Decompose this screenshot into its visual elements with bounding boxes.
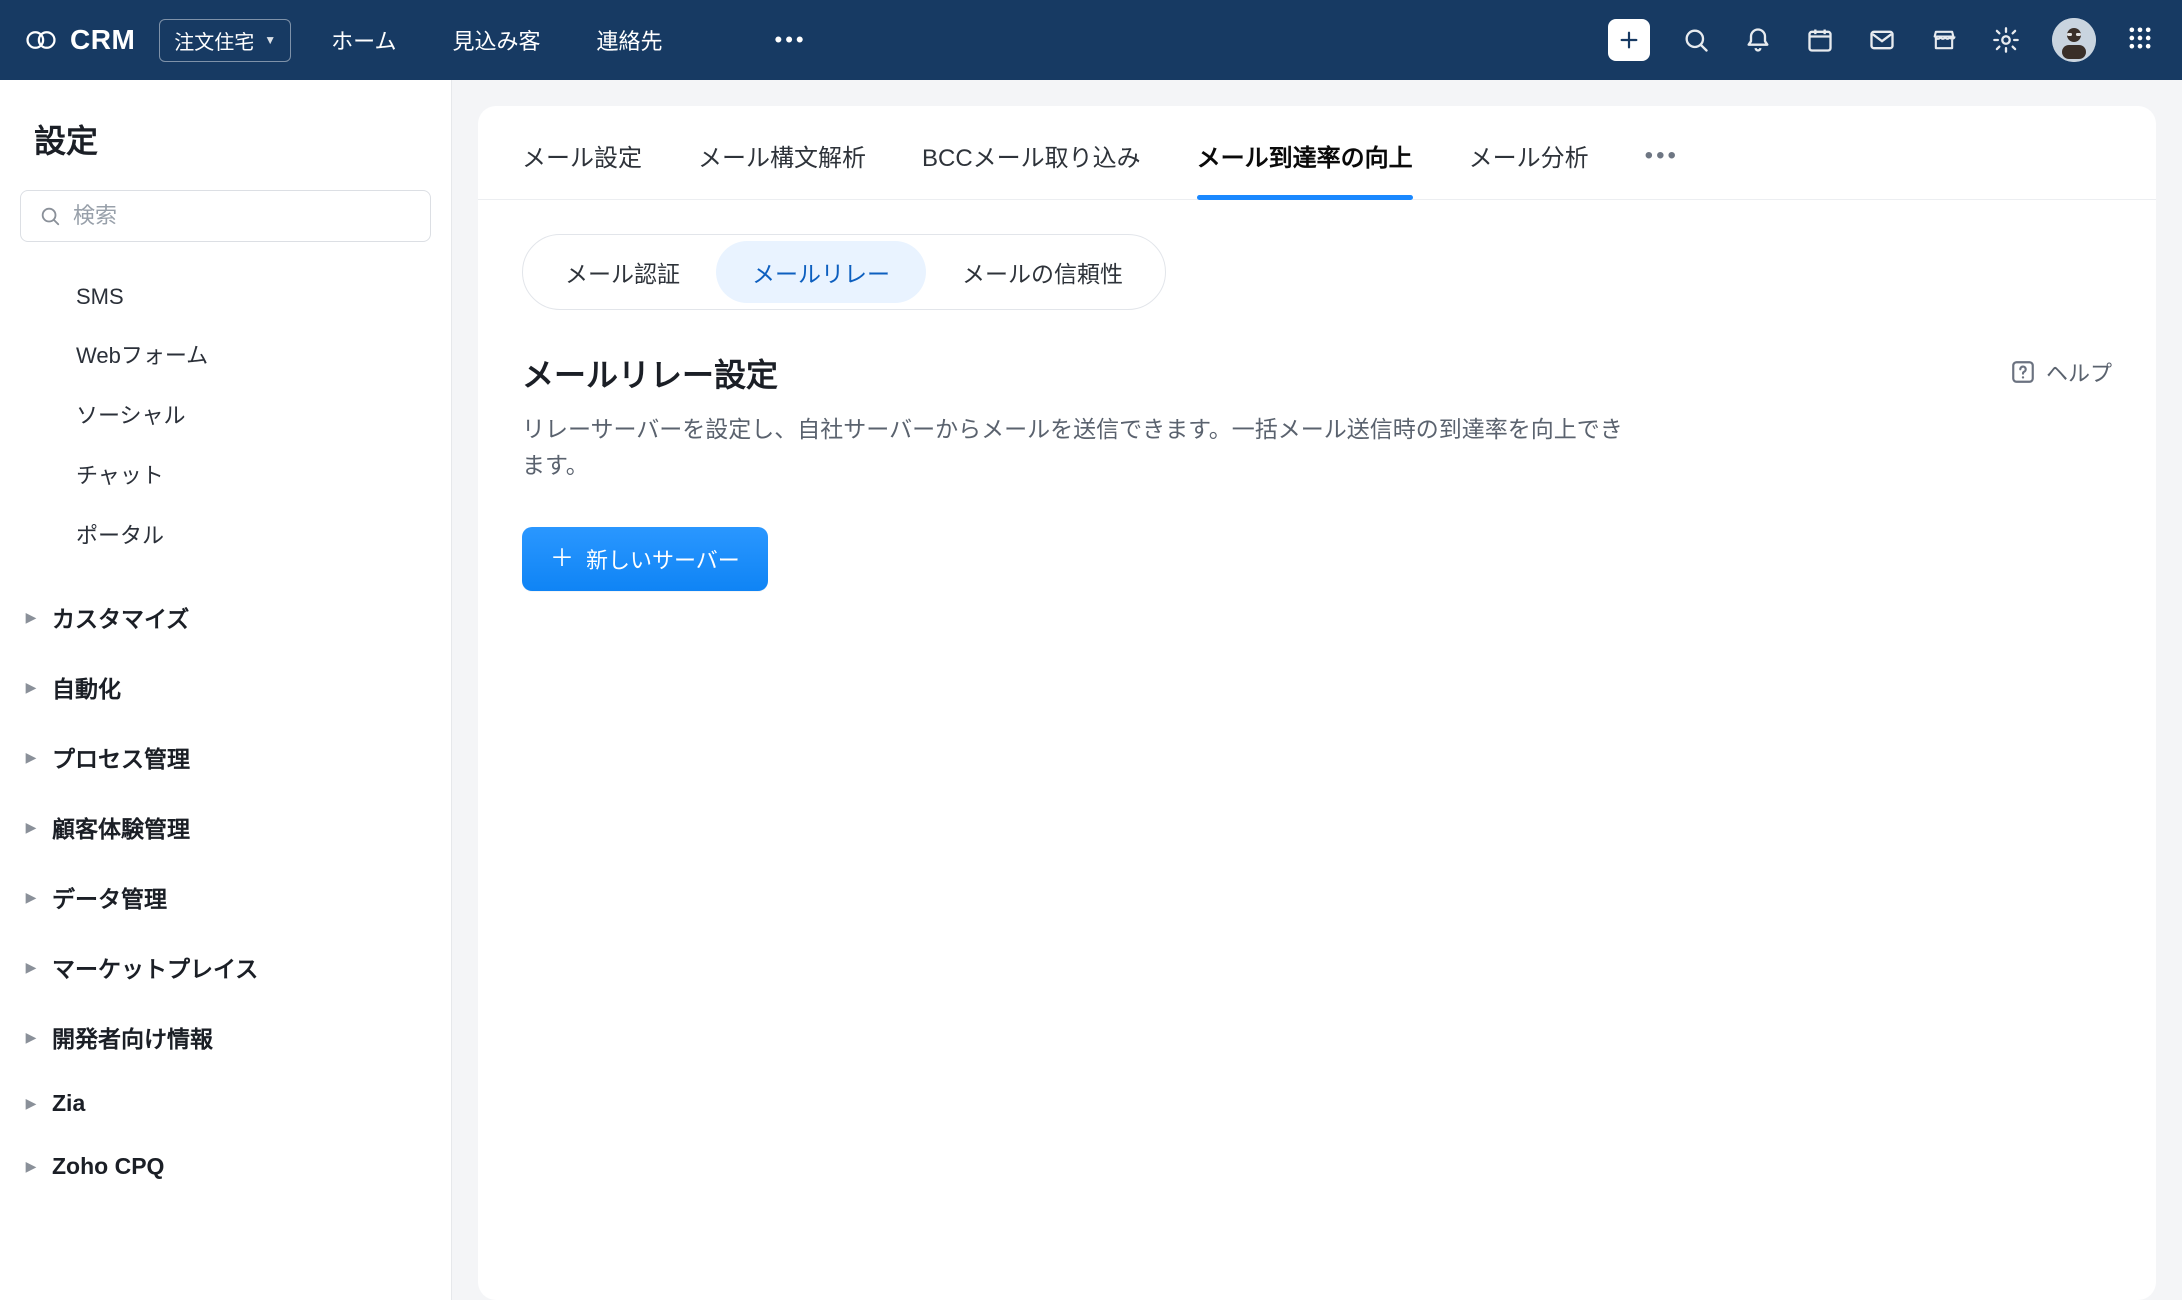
nav-home[interactable]: ホーム <box>331 24 396 56</box>
nav-more[interactable]: ••• <box>775 24 807 56</box>
caret-right-icon: ▶ <box>22 959 40 976</box>
sidebar-group-automation[interactable]: ▶ 自動化 <box>16 652 435 722</box>
apps-grid-icon <box>2126 24 2158 52</box>
caret-right-icon: ▶ <box>22 609 40 626</box>
global-search-button[interactable] <box>1680 24 1712 56</box>
caret-right-icon: ▶ <box>22 1095 40 1112</box>
sidebar-group-label: 開発者向け情報 <box>52 1020 213 1054</box>
bell-icon <box>1744 26 1772 54</box>
sidebar-group-label: カスタマイズ <box>52 600 189 634</box>
new-server-button[interactable]: ＋ 新しいサーバー <box>522 527 768 591</box>
sidebar-group-customize[interactable]: ▶ カスタマイズ <box>16 582 435 652</box>
sidebar-group-label: Zia <box>52 1090 85 1117</box>
nav-leads[interactable]: 見込み客 <box>453 24 541 56</box>
tab-mail-settings[interactable]: メール設定 <box>522 138 642 199</box>
sidebar-group-cpq[interactable]: ▶ Zoho CPQ <box>16 1135 435 1198</box>
sidebar-group-marketplace[interactable]: ▶ マーケットプレイス <box>16 932 435 1002</box>
sidebar-item-webform[interactable]: Webフォーム <box>16 324 435 384</box>
tab-mail-analytics[interactable]: メール分析 <box>1469 138 1589 199</box>
content-title: メールリレー設定 <box>522 350 1642 396</box>
caret-right-icon: ▶ <box>22 819 40 836</box>
sidebar-group-zia[interactable]: ▶ Zia <box>16 1072 435 1135</box>
tab-mail-parser[interactable]: メール構文解析 <box>698 138 866 199</box>
sidebar-group-label: データ管理 <box>52 880 167 914</box>
help-label: ヘルプ <box>2046 356 2112 388</box>
app-switcher-label: 注文住宅 <box>174 26 254 55</box>
caret-right-icon: ▶ <box>22 1158 40 1175</box>
topbar: CRM 注文住宅 ▼ ホーム 見込み客 連絡先 ••• <box>0 0 2182 80</box>
notifications-button[interactable] <box>1742 24 1774 56</box>
caret-right-icon: ▶ <box>22 889 40 906</box>
pill-auth[interactable]: メール認証 <box>529 241 716 303</box>
product-name: CRM <box>70 24 135 56</box>
main-area: メール設定 メール構文解析 BCCメール取り込み メール到達率の向上 メール分析… <box>452 80 2182 1300</box>
help-icon <box>2010 359 2036 385</box>
sidebar-group-process[interactable]: ▶ プロセス管理 <box>16 722 435 792</box>
store-icon <box>1930 26 1958 54</box>
nav-contacts[interactable]: 連絡先 <box>597 24 663 56</box>
sidebar-group-label: マーケットプレイス <box>52 950 258 984</box>
logo-icon <box>24 23 58 57</box>
sidebar-group-label: 顧客体験管理 <box>52 810 190 844</box>
user-avatar[interactable] <box>2052 18 2096 62</box>
sidebar-item-sms[interactable]: SMS <box>16 270 435 324</box>
chevron-down-icon: ▼ <box>264 33 276 47</box>
avatar-icon <box>2052 18 2096 62</box>
tabs-more[interactable]: ••• <box>1645 142 1679 196</box>
sidebar-subitems: SMS Webフォーム ソーシャル チャット ポータル <box>16 266 435 582</box>
sidebar-group-label: 自動化 <box>52 670 121 704</box>
sidebar-title: 設定 <box>16 116 435 162</box>
help-link[interactable]: ヘルプ <box>2010 356 2112 388</box>
sidebar-item-portal[interactable]: ポータル <box>16 504 435 564</box>
marketplace-button[interactable] <box>1928 24 1960 56</box>
sidebar-search[interactable] <box>20 190 431 242</box>
content-description: リレーサーバーを設定し、自社サーバーからメールを送信できます。一括メール送信時の… <box>522 412 1642 483</box>
mail-icon <box>1868 26 1896 54</box>
create-button[interactable] <box>1608 19 1650 61</box>
content-block: メールリレー設定 リレーサーバーを設定し、自社サーバーからメールを送信できます。… <box>478 310 2156 591</box>
plus-icon: ＋ <box>550 547 574 571</box>
sidebar-search-input[interactable] <box>73 203 412 229</box>
tab-deliverability[interactable]: メール到達率の向上 <box>1197 138 1413 199</box>
tab-bcc[interactable]: BCCメール取り込み <box>922 138 1141 199</box>
caret-right-icon: ▶ <box>22 1029 40 1046</box>
subtabs-row: メール認証 メールリレー メールの信頼性 <box>522 234 1166 310</box>
apps-launcher[interactable] <box>2126 24 2158 56</box>
sidebar-group-data[interactable]: ▶ データ管理 <box>16 862 435 932</box>
plus-icon <box>1618 29 1640 51</box>
caret-right-icon: ▶ <box>22 679 40 696</box>
new-server-label: 新しいサーバー <box>586 543 740 575</box>
mail-button[interactable] <box>1866 24 1898 56</box>
top-nav: ホーム 見込み客 連絡先 ••• <box>331 24 806 56</box>
settings-button[interactable] <box>1990 24 2022 56</box>
sidebar-item-social[interactable]: ソーシャル <box>16 384 435 444</box>
caret-right-icon: ▶ <box>22 749 40 766</box>
gear-icon <box>1992 26 2020 54</box>
calendar-button[interactable] <box>1804 24 1836 56</box>
search-icon <box>1682 26 1710 54</box>
tabs-row: メール設定 メール構文解析 BCCメール取り込み メール到達率の向上 メール分析… <box>478 106 2156 200</box>
sidebar-group-cx[interactable]: ▶ 顧客体験管理 <box>16 792 435 862</box>
sidebar-group-developer[interactable]: ▶ 開発者向け情報 <box>16 1002 435 1072</box>
sidebar-group-label: プロセス管理 <box>52 740 190 774</box>
app-switcher[interactable]: 注文住宅 ▼ <box>159 19 291 62</box>
sidebar-item-chat[interactable]: チャット <box>16 444 435 504</box>
product-logo[interactable]: CRM <box>24 23 135 57</box>
pill-relay[interactable]: メールリレー <box>716 241 926 303</box>
pill-reliability[interactable]: メールの信頼性 <box>926 241 1159 303</box>
sidebar: 設定 SMS Webフォーム ソーシャル チャット ポータル ▶ カスタマイズ … <box>0 80 452 1300</box>
calendar-icon <box>1806 26 1834 54</box>
main-card: メール設定 メール構文解析 BCCメール取り込み メール到達率の向上 メール分析… <box>478 106 2156 1300</box>
sidebar-group-label: Zoho CPQ <box>52 1153 164 1180</box>
topbar-right <box>1608 18 2158 62</box>
search-icon <box>39 205 61 227</box>
